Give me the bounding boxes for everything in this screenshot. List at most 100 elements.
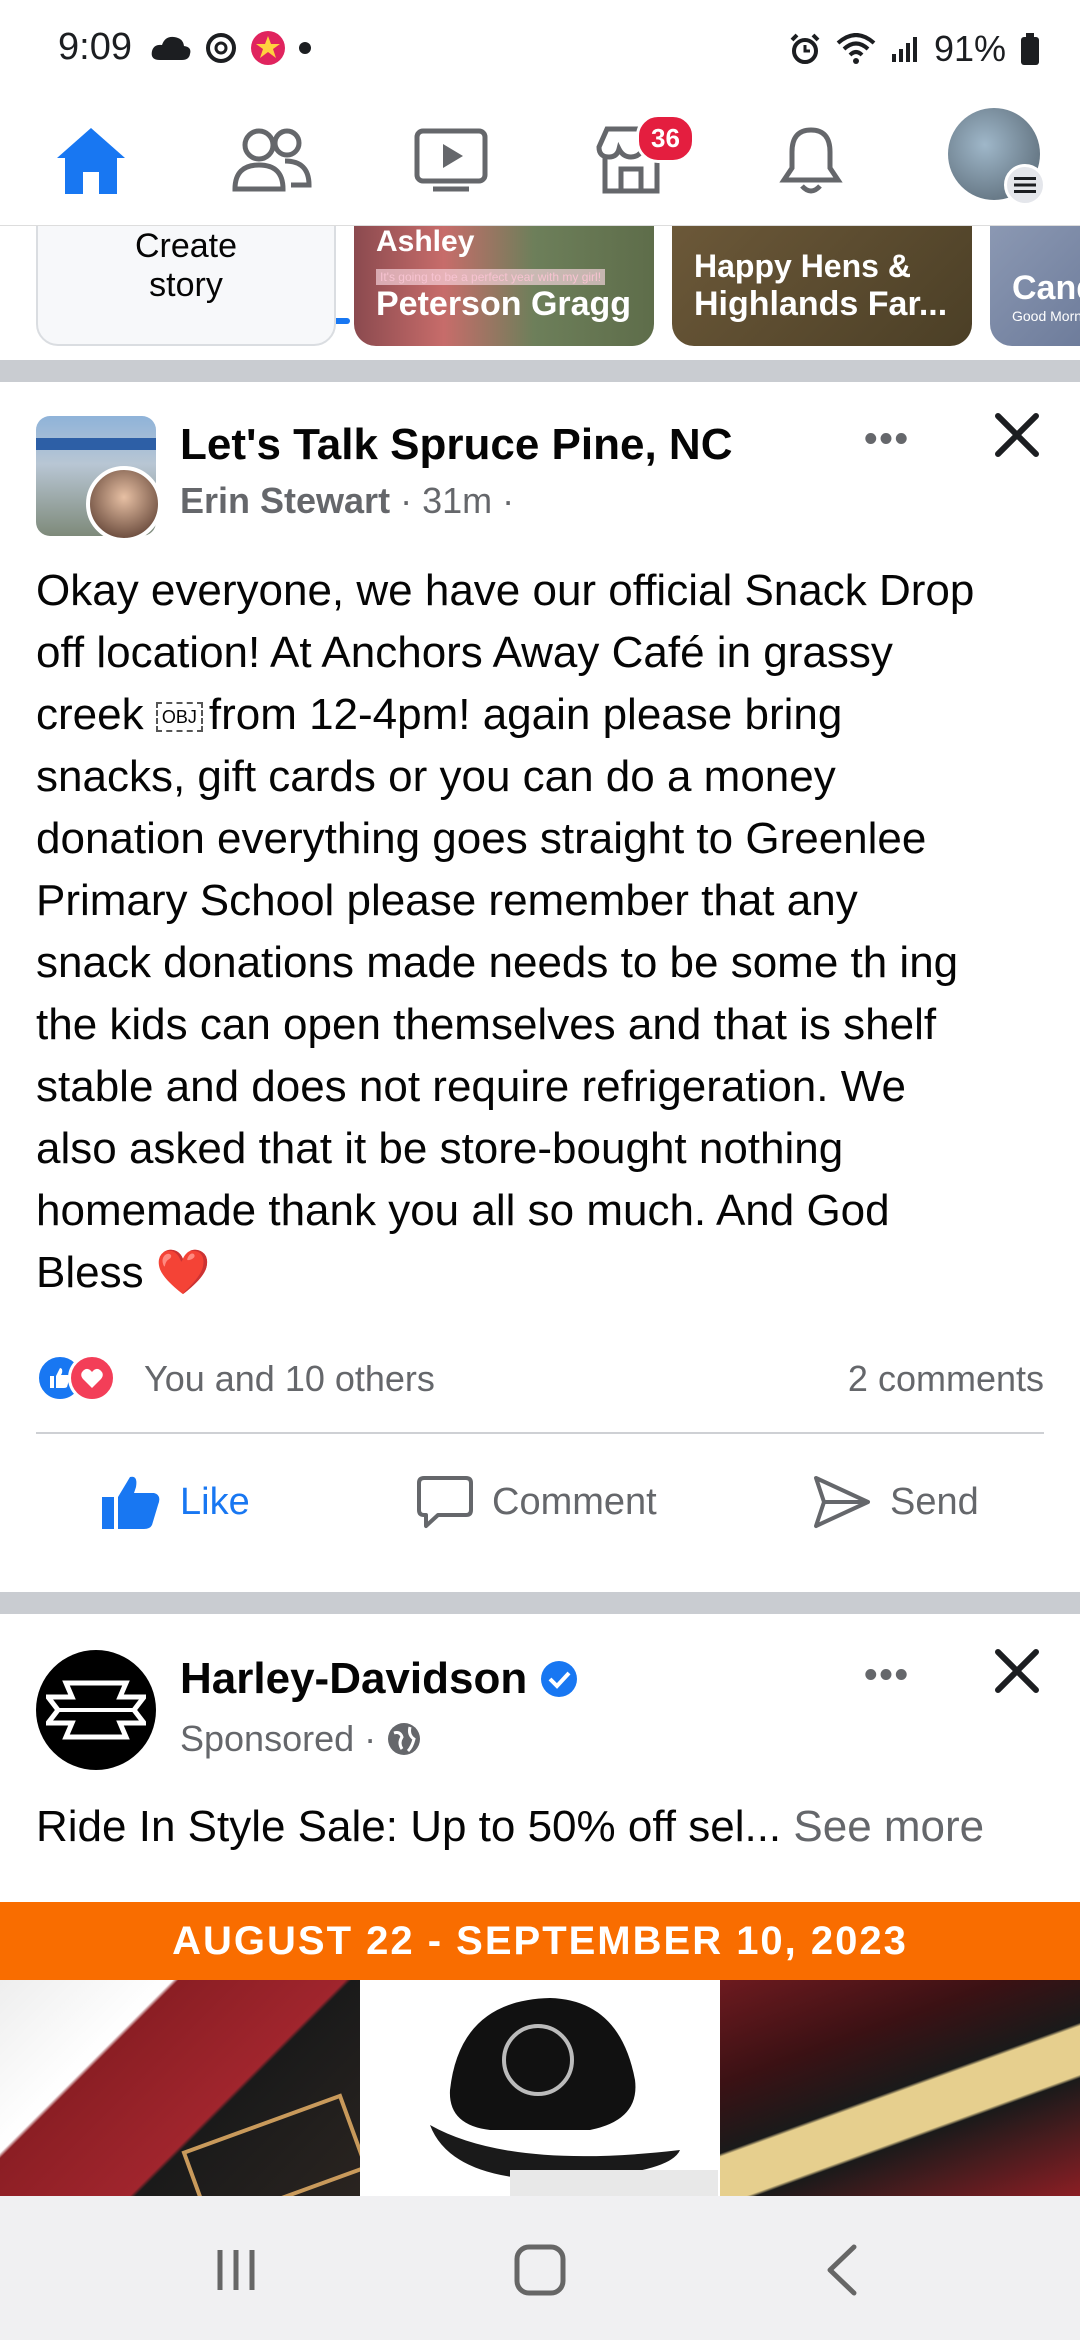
comment-button[interactable]: Comment (416, 1462, 657, 1542)
story-name: Peterson Gragg (376, 285, 632, 323)
send-icon (814, 1476, 870, 1528)
author-name[interactable]: Erin Stewart (180, 480, 390, 521)
back-icon (827, 2244, 857, 2296)
video-icon (414, 128, 488, 192)
system-status: 91% (788, 28, 1040, 70)
nav-friends[interactable] (216, 110, 326, 210)
cloud-icon (151, 36, 191, 60)
profile-avatar[interactable] (948, 108, 1046, 206)
post-actions: Like Comment Send (0, 1442, 1080, 1558)
post-line: the kids can open themselves and that is… (36, 1000, 937, 1049)
nav-home[interactable] (36, 110, 146, 210)
meta-sep-1: · (400, 480, 423, 521)
love-reaction-icon (68, 1354, 116, 1402)
status-bar: 9:09 91% (0, 0, 1080, 100)
product-image-jacket[interactable] (720, 1980, 1080, 2196)
create-story-card[interactable]: Create story (36, 226, 336, 346)
send-button[interactable]: Send (812, 1462, 979, 1542)
brand-name[interactable]: Harley-Davidson (180, 1654, 527, 1704)
post-avatar-group[interactable] (36, 416, 162, 542)
alarm-icon (790, 33, 820, 64)
post-meta: Erin Stewart · 31m · (180, 480, 514, 522)
story-name-top: Happy Hens & (694, 248, 911, 284)
post-line-part: creek (36, 690, 144, 739)
ad-copy: Ride In Style Sale: Up to 50% off sel... (36, 1802, 782, 1851)
story-card-cand[interactable]: Cand Good Mornin (990, 226, 1080, 346)
wifi-icon (836, 33, 876, 64)
promo-banner[interactable]: AUGUST 22 - SEPTEMBER 10, 2023 (0, 1902, 1080, 1980)
comment-icon (417, 1476, 473, 1528)
nav-notifications[interactable] (756, 110, 866, 210)
story-name: Cand (1012, 269, 1080, 307)
comments-count[interactable]: 2 comments (848, 1358, 1044, 1400)
post-line: snacks, gift cards or you can do a money (36, 752, 836, 801)
recent-apps-button[interactable] (196, 2240, 276, 2300)
close-icon[interactable] (990, 1644, 1044, 1698)
post-line: also asked that it be store-bought nothi… (36, 1124, 844, 1173)
recent-apps-icon (217, 2250, 255, 2290)
nav-watch[interactable] (396, 110, 506, 210)
post-line: Bless ❤️ (36, 1248, 211, 1297)
status-time: 9:09 (58, 26, 132, 68)
see-more-link[interactable]: See more (793, 1802, 984, 1851)
post-body: Okay everyone, we have our official Snac… (36, 560, 1056, 1304)
post-line: snack donations made needs to be some th… (36, 938, 959, 987)
post-line: homemade thank you all so much. And God (36, 1186, 890, 1235)
top-navigation: 36 (0, 100, 1080, 324)
battery-icon (1021, 33, 1039, 65)
meta-sep-2: · (502, 480, 515, 521)
more-options-icon[interactable]: ••• (864, 1654, 910, 1697)
ad-product-images[interactable] (0, 1980, 1080, 2196)
cap-image (430, 1998, 718, 2196)
obj-placeholder: OBJ (155, 702, 203, 733)
group-banner-strip (36, 438, 156, 450)
verified-badge-icon (541, 1661, 578, 1697)
sponsored-meta: Sponsored · (180, 1718, 422, 1760)
brand-logo[interactable] (36, 1650, 156, 1770)
battery-level: 91% (933, 28, 1006, 69)
home-icon (57, 128, 125, 194)
sponsored-label[interactable]: Sponsored (180, 1718, 354, 1760)
product-image-cap[interactable] (360, 1980, 720, 2196)
friends-icon (232, 128, 312, 192)
threads-icon (206, 33, 236, 63)
like-button[interactable]: Like (100, 1462, 250, 1542)
more-options-icon[interactable]: ••• (864, 418, 910, 461)
create-story-label-2: story (149, 266, 223, 304)
section-divider (0, 360, 1080, 382)
post-line: off location! At Anchors Away Café in gr… (36, 628, 893, 677)
home-square-icon (514, 2244, 566, 2296)
post-line: stable and does not require refrigeratio… (36, 1062, 906, 1111)
system-navigation-bar (0, 2196, 1080, 2340)
product-image-shirts[interactable] (0, 1980, 360, 2196)
post-time[interactable]: 31m (422, 480, 492, 521)
app-badge-icon (251, 31, 285, 65)
story-card-happy-hens[interactable]: Happy Hens & Highlands Far... (672, 226, 972, 346)
close-icon[interactable] (990, 408, 1044, 462)
globe-icon (388, 1723, 421, 1755)
reactions-row: You and 10 others 2 comments (36, 1352, 1044, 1402)
post-card: Let's Talk Spruce Pine, NC Erin Stewart … (0, 382, 1080, 1592)
post-line: Primary School please remember that any (36, 876, 858, 925)
post-line: Okay everyone, we have our official Snac… (36, 566, 975, 615)
story-overlay-text: Good Mornin (1012, 308, 1080, 324)
bell-icon (779, 127, 843, 194)
reactions-summary[interactable]: You and 10 others (144, 1358, 435, 1400)
comment-label: Comment (492, 1480, 657, 1523)
post-line: donation everything goes straight to Gre… (36, 814, 927, 863)
dot-icon (299, 42, 311, 54)
story-overlay-text: It's going to be a perfect year with my … (376, 269, 606, 285)
menu-icon[interactable] (1004, 164, 1046, 206)
post-line: creek OBJ from 12-4pm! again please bring (36, 684, 1056, 746)
reaction-icons[interactable] (36, 1352, 136, 1402)
author-avatar[interactable] (86, 466, 162, 542)
nav-marketplace[interactable]: 36 (576, 110, 695, 210)
home-button[interactable] (500, 2240, 580, 2300)
back-button[interactable] (802, 2240, 882, 2300)
brand-name-row: Harley-Davidson (180, 1654, 579, 1704)
group-name[interactable]: Let's Talk Spruce Pine, NC (180, 420, 732, 470)
create-story-label-1: Create (134, 227, 238, 265)
section-divider (0, 1592, 1080, 1614)
story-card-ashley[interactable]: It's going to be a perfect year with my … (354, 226, 654, 346)
send-label: Send (890, 1480, 979, 1523)
